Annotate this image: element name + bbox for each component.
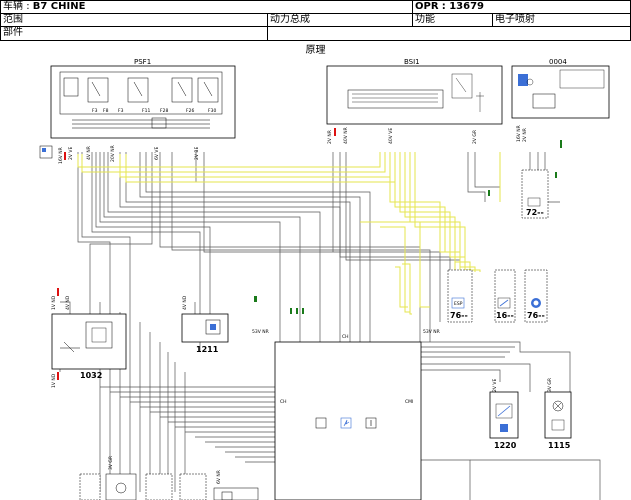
bottom-components [79,473,259,500]
document-header: 车辆 : B7 CHINE OPR : 13679 范围 动力总成 功能 电子喷… [0,0,631,42]
component-1032-connector-a: 1V ND [51,295,57,310]
ecu-ch-left-label: CH [280,399,287,405]
psf1-connector-c: 20V NR [110,145,116,162]
component-1115-label: 1115 [548,441,571,450]
function-value-cell: 电子喷射 [492,13,631,27]
svg-text:F30: F30 [208,108,216,114]
component-1220: 1220 [489,391,519,450]
vehicle-label: 车辆 [3,1,23,12]
psf1-connector-d: 6V VE [154,147,160,160]
component-76a-label: 76-- [450,311,468,320]
bottom-connector-a: 3V GR [108,456,114,470]
component-76b: 76-- [524,269,548,323]
vehicle-cell: 车辆 : B7 CHINE [0,0,413,14]
component-1211-connector: 4V ND [182,295,188,310]
component-1115-connector: 3V GR [547,378,553,392]
component-72-label: 72-- [526,208,544,217]
opr-label: OPR [415,1,439,12]
component-1211: 1211 [181,313,229,354]
component-1032-label: 1032 [80,371,102,380]
svg-text:F28: F28 [160,108,168,114]
engine-ecu: CH CH CMI [274,334,422,500]
svg-text:ESP: ESP [454,301,463,307]
psf1-fuse-box: PSF1 F3 F8 F3 F11 F28 F26 F30 [50,58,236,139]
function-value: 电子喷射 [495,14,535,25]
function-label: 功能 [415,14,435,25]
scope-value: 动力总成 [270,14,310,25]
component-1220-label: 1220 [494,441,517,450]
ecu-cmi-label: CMI [405,399,413,405]
component-76b-label: 76-- [527,311,545,320]
opr-value: 13679 [449,1,484,12]
psf1-connector-left: 16V NR [58,147,64,164]
svg-text:F3: F3 [92,108,98,114]
component-0004-connector-a: 16V NR [516,125,522,142]
ecu-left-connector: 53V NR [252,329,269,335]
component-16: 16-- [494,269,516,323]
component-0004: 0004 [511,58,610,119]
component-1211-label: 1211 [196,345,219,354]
opr-cell: OPR : 13679 [412,0,631,14]
bsi1-module: BSI1 [326,58,503,125]
ecu-right-connector: 53V NR [423,329,440,335]
component-0004-connector-b: 2V NR [522,128,528,142]
wiring-schematic: PSF1 F3 F8 F3 F11 F28 F26 F30 16V NR 2V VE 4… [39,58,610,500]
component-76a: ESP 76-- [447,269,473,323]
scope-label: 范围 [3,14,23,25]
bottom-connector-b: 6V NR [216,470,222,484]
bsi1-label: BSI1 [404,58,420,66]
component-1032: 1032 [51,313,127,380]
component-16-label: 16-- [496,311,514,320]
psf1-connector-e: 2V BE [194,147,200,160]
svg-text:F3: F3 [118,108,124,114]
psf1-connector-b: 4V NR [86,146,92,160]
signal-wires [77,152,501,315]
svg-text:F26: F26 [186,108,194,114]
vehicle-value: B7 CHINE [32,1,86,12]
component-1220-connector: 2V VE [492,379,498,392]
bsi1-connector-a: 2V NR [327,130,333,144]
component-1115: 1115 [544,391,572,450]
bsi1-connector-d: 2V GR [472,130,478,144]
part-label: 部件 [3,27,23,38]
ecu-ch-top-label: CH [342,334,349,340]
psf1-connector-a: 2V VE [68,147,74,160]
bsi1-connector-c: 40V VE [388,128,394,144]
component-1032-connector-b: 4V ND [65,295,71,310]
scope-label-cell: 范围 [0,13,268,27]
component-0004-label: 0004 [549,58,567,66]
psf1-side-connector [39,145,53,159]
part-label-cell: 部件 [0,26,268,41]
function-label-cell: 功能 [412,13,493,27]
component-72: 72-- [521,169,549,219]
part-value-cell [267,26,631,41]
scope-value-cell: 动力总成 [267,13,413,27]
svg-text:F11: F11 [142,108,150,114]
svg-text:F8: F8 [103,108,109,114]
bsi1-connector-b: 40V NR [343,127,349,144]
component-1032-connector-c: 1V ND [51,373,57,388]
psf1-label: PSF1 [134,58,151,66]
